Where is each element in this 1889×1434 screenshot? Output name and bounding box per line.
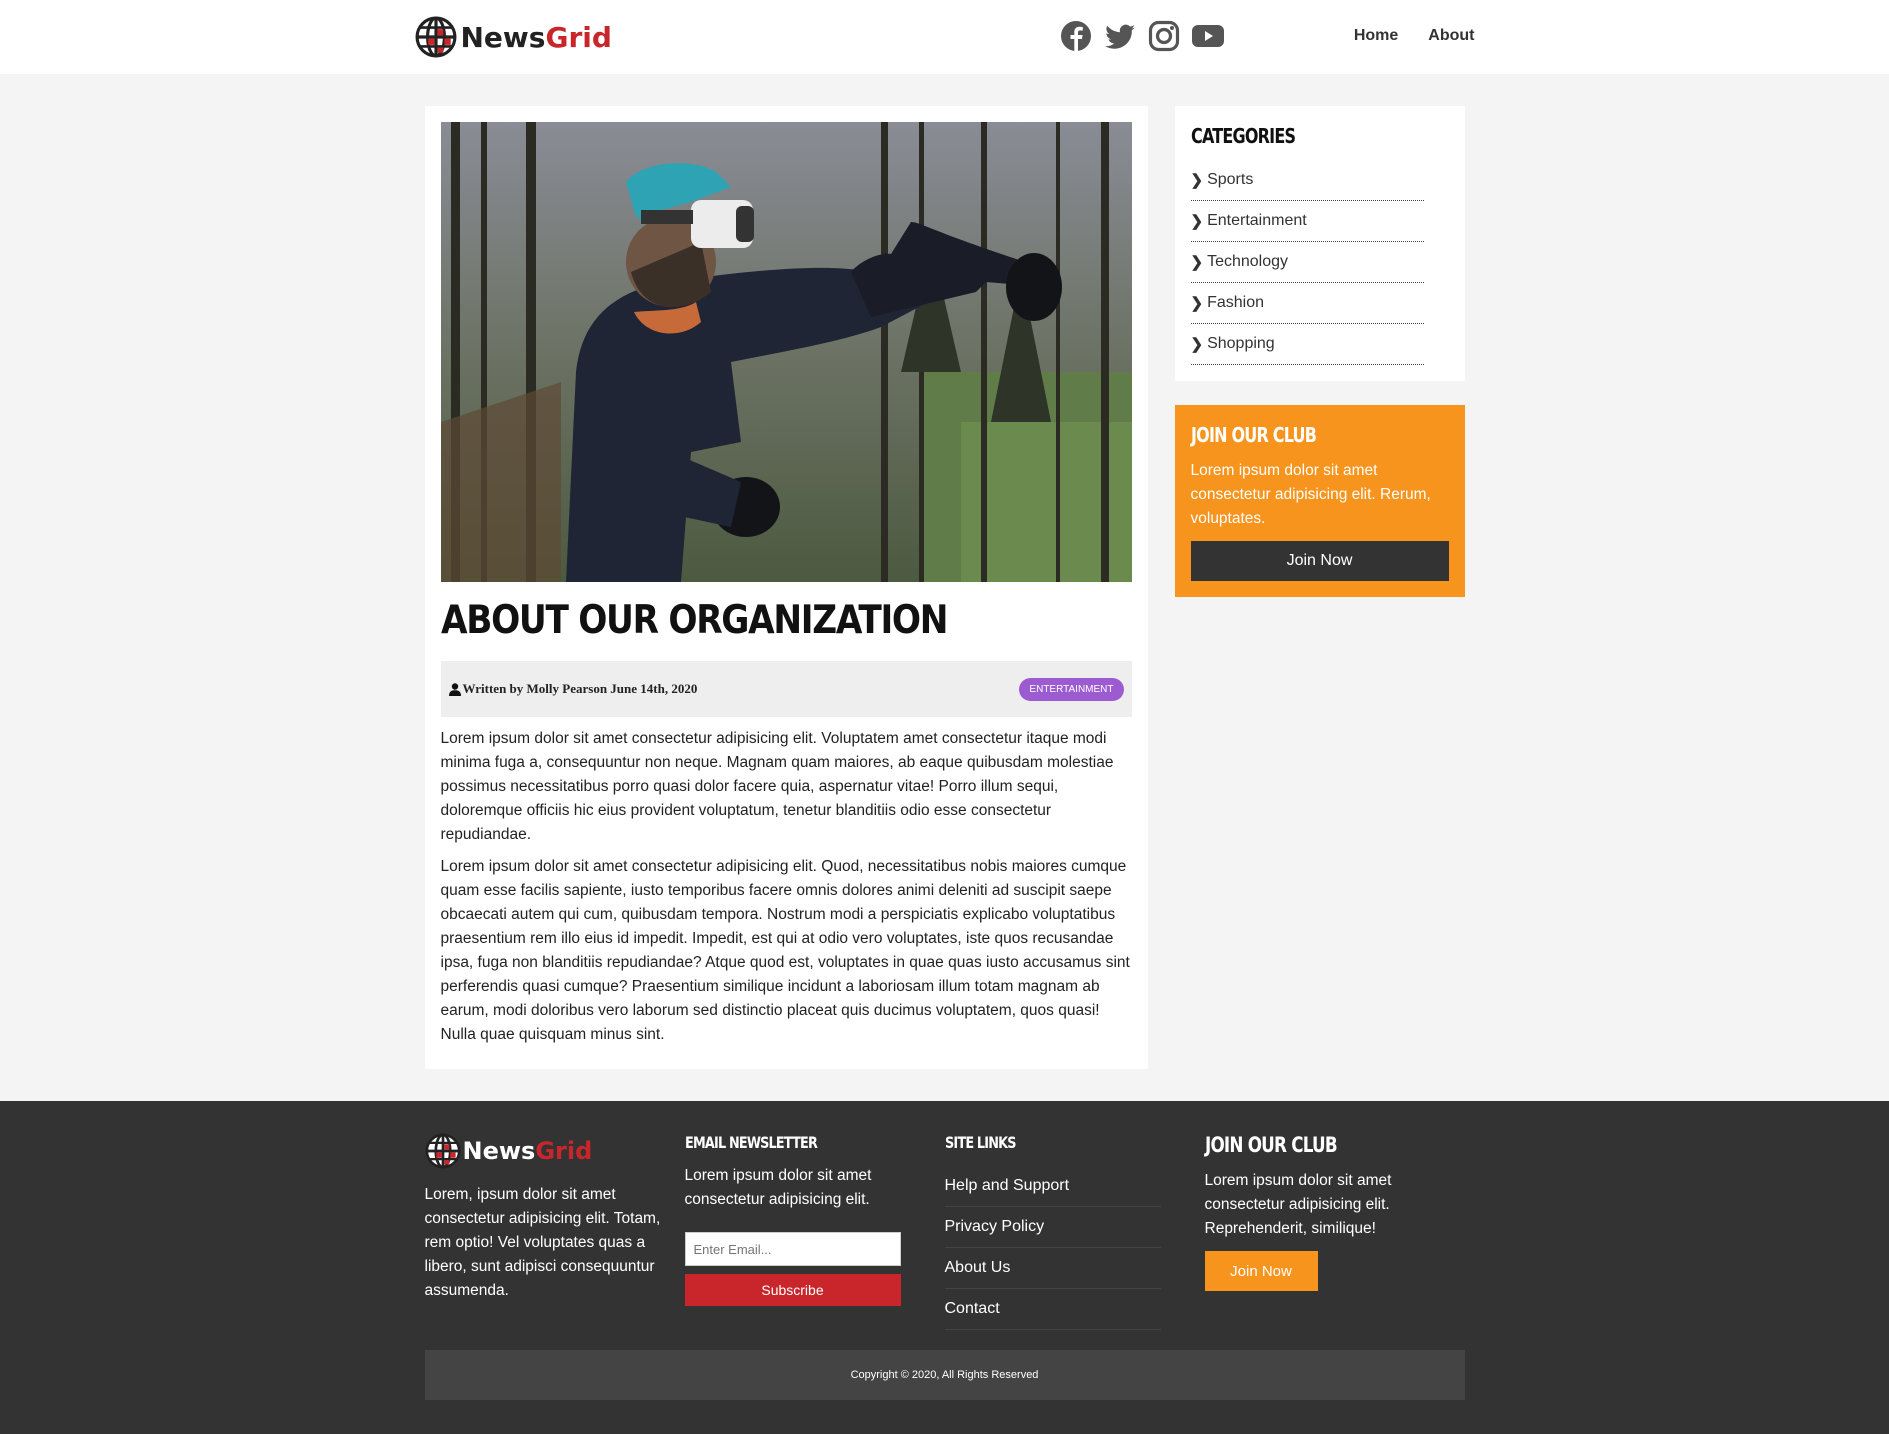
- brand-logo[interactable]: News Grid: [415, 16, 612, 58]
- category-item-shopping[interactable]: ❯ Shopping: [1190, 324, 1424, 365]
- join-now-button[interactable]: Join Now: [1190, 541, 1449, 581]
- user-icon: [448, 682, 461, 696]
- chevron-right-icon: ❯: [1190, 254, 1204, 271]
- brand-name-part2: Grid: [535, 1137, 593, 1165]
- join-club-card: Join Our Club Lorem ipsum dolor sit amet…: [1174, 405, 1465, 597]
- site-links-list: Help and Support Privacy Policy About Us…: [944, 1166, 1161, 1330]
- chevron-right-icon: ❯: [1190, 172, 1204, 189]
- article-paragraph: Lorem ipsum dolor sit amet consectetur a…: [440, 730, 1114, 843]
- subscribe-button[interactable]: Subscribe: [684, 1274, 901, 1306]
- footer-join-text: Lorem ipsum dolor sit amet consectetur a…: [1204, 1172, 1392, 1237]
- youtube-icon[interactable]: [1191, 19, 1225, 53]
- footer-join-title: Join Our Club: [1204, 1133, 1338, 1157]
- footer-site-links: Site Links Help and Support Privacy Poli…: [944, 1133, 1205, 1330]
- category-item-entertainment[interactable]: ❯ Entertainment: [1190, 201, 1424, 242]
- instagram-icon[interactable]: [1147, 19, 1181, 53]
- brand-name-part2: Grid: [545, 20, 612, 54]
- main-content: About Our Organization Written by Molly …: [424, 106, 1465, 1069]
- category-label: Sports: [1207, 171, 1254, 188]
- footer-join-now-button[interactable]: Join Now: [1204, 1251, 1318, 1291]
- brand-name-part1: News: [460, 20, 546, 54]
- globe-logo-icon: [425, 1133, 461, 1169]
- main-nav: Home About: [1354, 27, 1475, 45]
- category-label: Fashion: [1207, 294, 1264, 311]
- article-meta: Written by Molly Pearson June 14th, 2020…: [440, 661, 1132, 717]
- facebook-icon[interactable]: [1059, 19, 1093, 53]
- site-link-help[interactable]: Help and Support: [944, 1166, 1161, 1207]
- social-links: [1059, 19, 1225, 53]
- footer-about-text: Lorem, ipsum dolor sit amet consectetur …: [424, 1186, 661, 1299]
- brand-name-part1: News: [462, 1137, 536, 1165]
- email-field[interactable]: [684, 1232, 901, 1266]
- category-item-sports[interactable]: ❯ Sports: [1190, 160, 1424, 201]
- article-paragraph: Lorem ipsum dolor sit amet consectetur a…: [440, 858, 1130, 1043]
- chevron-right-icon: ❯: [1190, 295, 1204, 312]
- categories-card: Categories ❯ Sports ❯ Entertainment ❯ Techn…: [1174, 106, 1465, 381]
- globe-logo-icon: [415, 16, 457, 58]
- navbar: News Grid Home About: [0, 0, 1889, 74]
- article: About Our Organization Written by Molly …: [424, 106, 1148, 1069]
- chevron-right-icon: ❯: [1190, 336, 1204, 353]
- newsletter-title: Email Newsletter: [684, 1133, 818, 1152]
- newsletter-text: Lorem ipsum dolor sit amet consectetur a…: [684, 1167, 872, 1208]
- category-label: Shopping: [1207, 335, 1275, 352]
- category-item-technology[interactable]: ❯ Technology: [1190, 242, 1424, 283]
- nav-home-link[interactable]: Home: [1354, 27, 1398, 45]
- hero-image: [440, 122, 1132, 582]
- category-label: Technology: [1207, 253, 1289, 270]
- join-club-text: Lorem ipsum dolor sit amet consectetur a…: [1190, 462, 1431, 527]
- nav-about-link[interactable]: About: [1428, 27, 1474, 45]
- category-item-fashion[interactable]: ❯ Fashion: [1190, 283, 1424, 324]
- copyright-text: Copyright © 2020, All Rights Reserved: [850, 1369, 1039, 1381]
- sidebar: Categories ❯ Sports ❯ Entertainment ❯ Techn…: [1174, 106, 1465, 597]
- byline-text: Written by Molly Pearson June 14th, 2020: [462, 681, 698, 696]
- footer: News Grid Lorem, ipsum dolor sit amet con…: [0, 1101, 1889, 1434]
- join-club-title: Join Our Club: [1190, 423, 1317, 447]
- twitter-icon[interactable]: [1103, 19, 1137, 53]
- footer-logo[interactable]: News Grid: [425, 1133, 685, 1169]
- chevron-right-icon: ❯: [1190, 213, 1204, 230]
- article-byline: Written by Molly Pearson June 14th, 2020: [448, 681, 698, 697]
- site-links-title: Site Links: [944, 1133, 1016, 1152]
- site-link-about[interactable]: About Us: [944, 1248, 1161, 1289]
- category-label: Entertainment: [1207, 212, 1307, 229]
- categories-list: ❯ Sports ❯ Entertainment ❯ Technology ❯ Fash…: [1190, 160, 1424, 365]
- site-link-contact[interactable]: Contact: [944, 1289, 1161, 1330]
- copyright-bar: Copyright © 2020, All Rights Reserved: [424, 1350, 1465, 1400]
- footer-newsletter: Email Newsletter Lorem ipsum dolor sit a…: [684, 1133, 945, 1330]
- footer-join-club: Join Our Club Lorem ipsum dolor sit amet…: [1204, 1133, 1465, 1330]
- site-link-privacy[interactable]: Privacy Policy: [944, 1207, 1161, 1248]
- article-title: About Our Organization: [440, 598, 949, 643]
- footer-about: News Grid Lorem, ipsum dolor sit amet con…: [425, 1133, 685, 1330]
- categories-title: Categories: [1190, 124, 1296, 148]
- category-badge[interactable]: Entertainment: [1019, 677, 1124, 701]
